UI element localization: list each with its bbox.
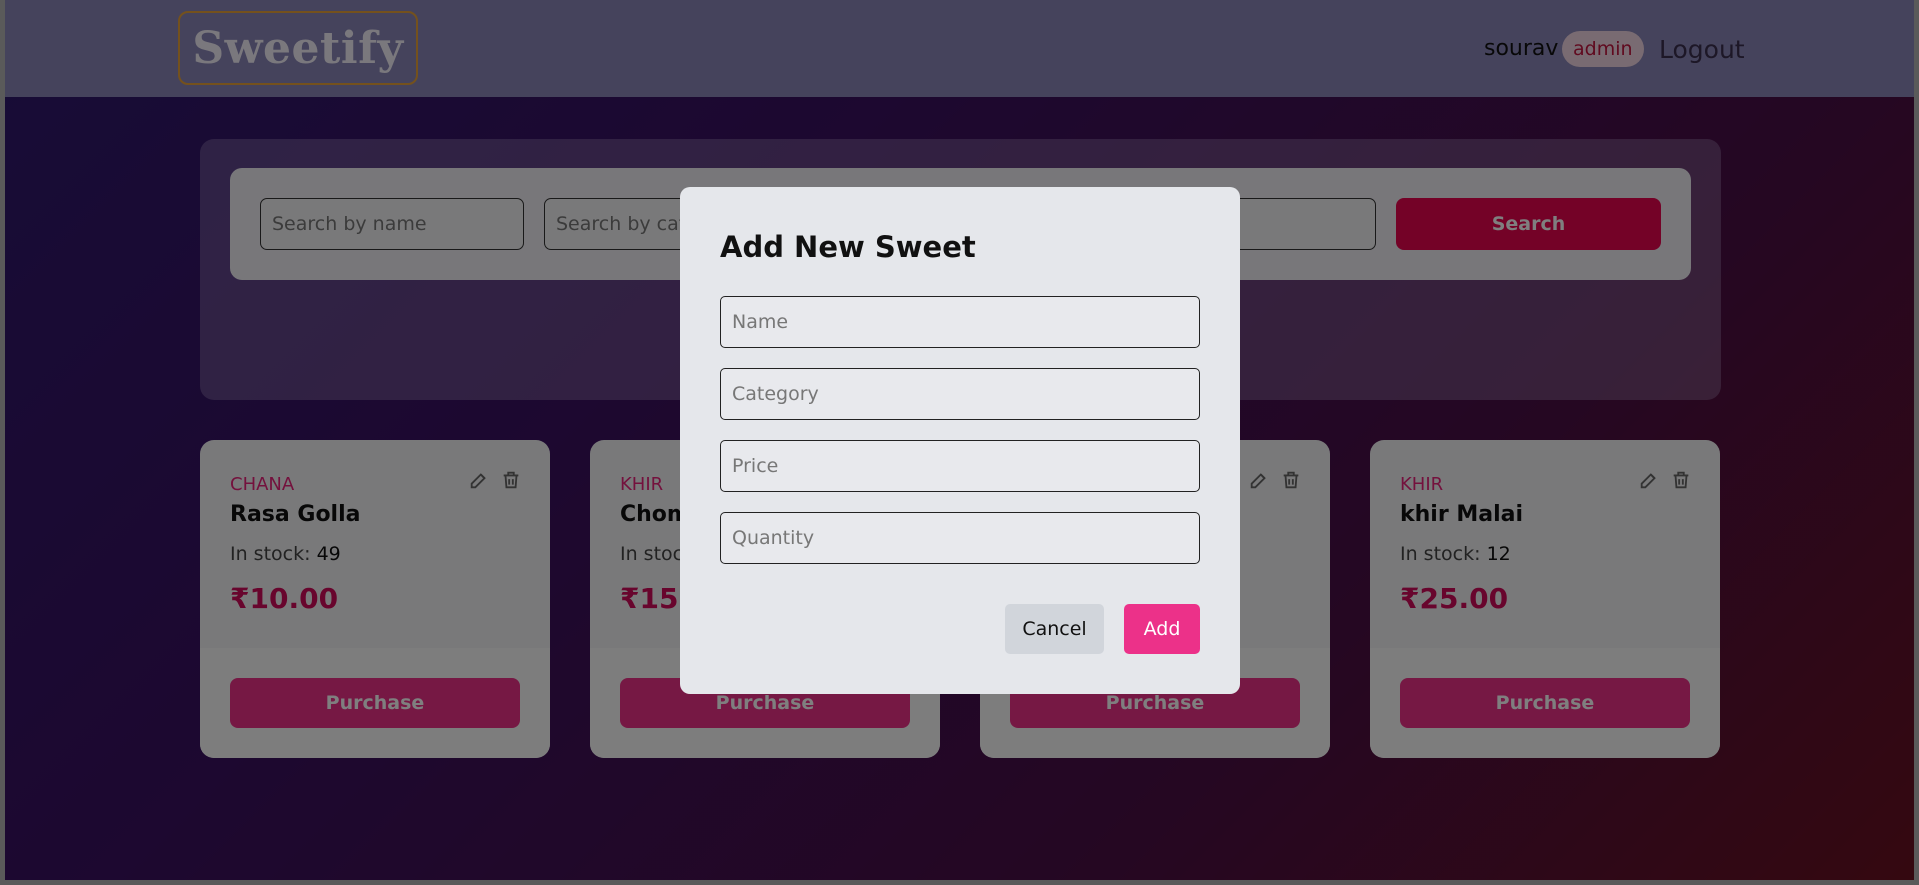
add-button[interactable]: Add: [1124, 604, 1200, 654]
quantity-input[interactable]: Quantity: [720, 512, 1200, 564]
name-input[interactable]: Name: [720, 296, 1200, 348]
add-sweet-modal: Add New Sweet Name Category Price Quanti…: [680, 187, 1240, 694]
category-input[interactable]: Category: [720, 368, 1200, 420]
modal-title: Add New Sweet: [720, 230, 976, 264]
cancel-button[interactable]: Cancel: [1005, 604, 1104, 654]
price-input[interactable]: Price: [720, 440, 1200, 492]
